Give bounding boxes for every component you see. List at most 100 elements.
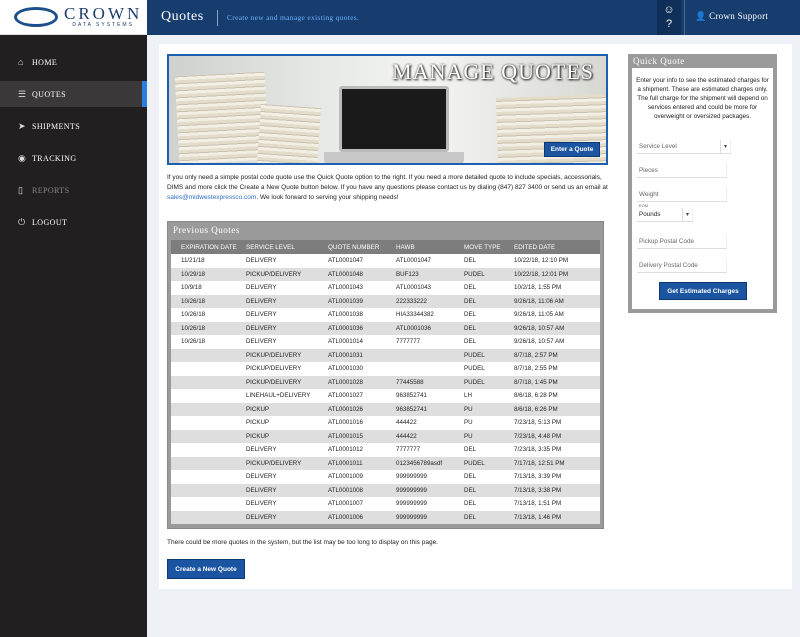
table-row[interactable]: DELIVERY ATL0001006 999999999 DEL 7/13/18, 1… xyxy=(171,510,600,524)
table-cell: 10/9/18 xyxy=(181,284,202,292)
table-cell: 7/13/18, 3:39 PM xyxy=(514,473,562,481)
chevron-down-icon: ▾ xyxy=(720,140,730,154)
weight-input[interactable]: Weight xyxy=(637,188,727,202)
table-cell: 7/23/18, 5:13 PM xyxy=(514,419,562,427)
create-quote-button[interactable]: Create a New Quote xyxy=(167,559,245,579)
enter-quote-button[interactable]: Enter a Quote xyxy=(544,142,600,157)
table-cell: ATL0001043 xyxy=(396,284,431,292)
pieces-input[interactable]: Pieces xyxy=(637,164,727,178)
table-row[interactable]: PICKUP ATL0001026 963852741 PU 8/6/18, 6:26 … xyxy=(171,402,600,416)
sidebar-item-reports[interactable]: ▯ REPORTS xyxy=(0,177,147,203)
header-icon-group: ☺ ? xyxy=(657,0,681,35)
send-icon: ➤ xyxy=(18,120,26,131)
table-cell: 7/13/18, 1:51 PM xyxy=(514,500,562,508)
table-row[interactable]: LINEHAUL+DELIVERY ATL0001027 963852741 LH 8/… xyxy=(171,389,600,403)
sidebar-item-logout[interactable]: ⏻ LOGOUT xyxy=(0,209,147,235)
table-cell: PUDEL xyxy=(464,459,485,467)
table-row[interactable]: PICKUP/DELIVERY ATL0001030 PUDEL 8/7/18, 2:… xyxy=(171,362,600,376)
column-header[interactable]: QUOTE NUMBER xyxy=(326,244,394,251)
table-cell: DELIVERY xyxy=(246,311,277,319)
table-cell: PUDEL xyxy=(464,378,485,386)
table-cell: ATL0001027 xyxy=(328,392,363,400)
column-header[interactable]: SERVICE LEVEL xyxy=(244,244,326,251)
crown-logo-icon xyxy=(14,7,58,27)
table-row[interactable]: 10/26/18 DELIVERY ATL0001039 222333222 DEL 9/… xyxy=(171,294,600,308)
help-icon[interactable]: ? xyxy=(666,18,672,31)
table-cell: ATL0001016 xyxy=(328,419,363,427)
user-menu[interactable]: 👤 Crown Support xyxy=(695,11,768,22)
table-row[interactable]: 11/21/18 DELIVERY ATL0001047 ATL0001047 DEL 1… xyxy=(171,254,600,268)
get-estimated-charges-button[interactable]: Get Estimated Charges xyxy=(659,282,747,300)
table-row[interactable]: PICKUP ATL0001015 444422 PU 7/23/18, 4:48 PM xyxy=(171,429,600,443)
table-cell: 7/17/18, 12:51 PM xyxy=(514,459,565,467)
column-header[interactable]: EDITED DATE xyxy=(512,244,600,251)
table-cell: 8/6/18, 6:28 PM xyxy=(514,392,558,400)
table-row[interactable]: DELIVERY ATL0001009 999999999 DEL 7/13/18, 3… xyxy=(171,470,600,484)
table-row[interactable]: 10/29/18 PICKUP/DELIVERY ATL0001048 BUF123 P… xyxy=(171,267,600,281)
table-row[interactable]: PICKUP/DELIVERY ATL0001011 0123456789asdf P… xyxy=(171,456,600,470)
table-row[interactable]: PICKUP/DELIVERY ATL0001028 77445588 PUDEL 8/… xyxy=(171,375,600,389)
table-row[interactable]: 10/26/18 DELIVERY ATL0001038 HIA33344382 DEL… xyxy=(171,308,600,322)
quick-quote-description: Enter your info to see the estimated cha… xyxy=(636,77,769,120)
sidebar-item-label: QUOTES xyxy=(32,89,66,99)
table-cell: 999999999 xyxy=(396,513,427,521)
table-cell: BUF123 xyxy=(396,270,419,278)
table-cell: HIA33344382 xyxy=(396,311,434,319)
table-row[interactable]: PICKUP ATL0001016 444422 PU 7/23/18, 5:13 PM xyxy=(171,416,600,430)
smiley-icon[interactable]: ☺ xyxy=(663,4,674,17)
table-cell: 999999999 xyxy=(396,486,427,494)
table-cell: 10/29/18 xyxy=(181,270,206,278)
table-cell: PU xyxy=(464,432,473,440)
table-cell: DELIVERY xyxy=(246,473,277,481)
table-row[interactable]: DELIVERY ATL0001007 999999999 DEL 7/13/18, 1… xyxy=(171,497,600,511)
location-pin-icon: ◉ xyxy=(18,152,27,163)
table-cell: 7/13/18, 1:46 PM xyxy=(514,513,562,521)
table-cell: 10/26/18 xyxy=(181,338,206,346)
previous-quotes-section: Previous Quotes EXPIRATION DATE SERVICE … xyxy=(167,221,604,529)
brand-logo[interactable]: CROWN DATA SYSTEMS xyxy=(0,0,147,35)
quotes-icon: ☰ xyxy=(18,88,27,99)
table-cell: DELIVERY xyxy=(246,257,277,265)
sidebar-item-quotes[interactable]: ☰ QUOTES xyxy=(0,81,147,107)
pickup-postal-input[interactable]: Pickup Postal Code xyxy=(637,235,727,249)
sidebar-item-label: TRACKING xyxy=(32,153,77,163)
table-cell: 0123456789asdf xyxy=(396,459,443,467)
table-cell: ATL0001036 xyxy=(396,324,431,332)
document-icon: ▯ xyxy=(18,184,24,195)
table-cell: 963852741 xyxy=(396,392,427,400)
table-cell: ATL0001026 xyxy=(328,405,363,413)
service-level-select[interactable]: Service Level ▾ xyxy=(637,140,731,154)
column-header[interactable]: EXPIRATION DATE xyxy=(171,244,244,251)
table-cell: DEL xyxy=(464,446,477,454)
column-header[interactable]: HAWB xyxy=(394,244,462,251)
sidebar-item-tracking[interactable]: ◉ TRACKING xyxy=(0,145,147,171)
sidebar-item-shipments[interactable]: ➤ SHIPMENTS xyxy=(0,113,147,139)
table-body: 11/21/18 DELIVERY ATL0001047 ATL0001047 DEL 1… xyxy=(171,254,600,524)
table-row[interactable]: 10/26/18 DELIVERY ATL0001014 7777777 DEL 9/26… xyxy=(171,335,600,349)
table-cell: DEL xyxy=(464,486,477,494)
table-row[interactable]: 10/26/18 DELIVERY ATL0001036 ATL0001036 DEL 9… xyxy=(171,321,600,335)
table-cell: DEL xyxy=(464,257,477,265)
table-cell: 999999999 xyxy=(396,473,427,481)
weight-unit-select[interactable]: Pounds ▾ xyxy=(637,208,693,222)
delivery-postal-input[interactable]: Delivery Postal Code xyxy=(637,259,727,273)
table-cell: 10/26/18 xyxy=(181,297,206,305)
sidebar-item-home[interactable]: ⌂ HOME xyxy=(0,49,147,75)
table-cell: DEL xyxy=(464,500,477,508)
table-cell: 444422 xyxy=(396,432,417,440)
column-header[interactable]: MOVE TYPE xyxy=(462,244,512,251)
table-cell: DELIVERY xyxy=(246,446,277,454)
user-icon: 👤 xyxy=(695,11,707,21)
table-cell: ATL0001038 xyxy=(328,311,363,319)
sidebar-item-label: LOGOUT xyxy=(32,217,68,227)
table-row[interactable]: DELIVERY ATL0001008 999999999 DEL 7/13/18, 3… xyxy=(171,483,600,497)
email-link[interactable]: sales@midwestexpressco.com xyxy=(167,194,256,201)
table-cell: 9/26/18, 11:05 AM xyxy=(514,311,564,319)
table-cell: DEL xyxy=(464,284,477,292)
table-row[interactable]: DELIVERY ATL0001012 7777777 DEL 7/23/18, 3:3… xyxy=(171,443,600,457)
table-cell: ATL0001012 xyxy=(328,446,363,454)
table-row[interactable]: 10/9/18 DELIVERY ATL0001043 ATL0001043 DEL 10… xyxy=(171,281,600,295)
table-row[interactable]: PICKUP/DELIVERY ATL0001031 PUDEL 8/7/18, 2:… xyxy=(171,348,600,362)
table-cell: PICKUP/DELIVERY xyxy=(246,270,302,278)
table-cell: DELIVERY xyxy=(246,486,277,494)
